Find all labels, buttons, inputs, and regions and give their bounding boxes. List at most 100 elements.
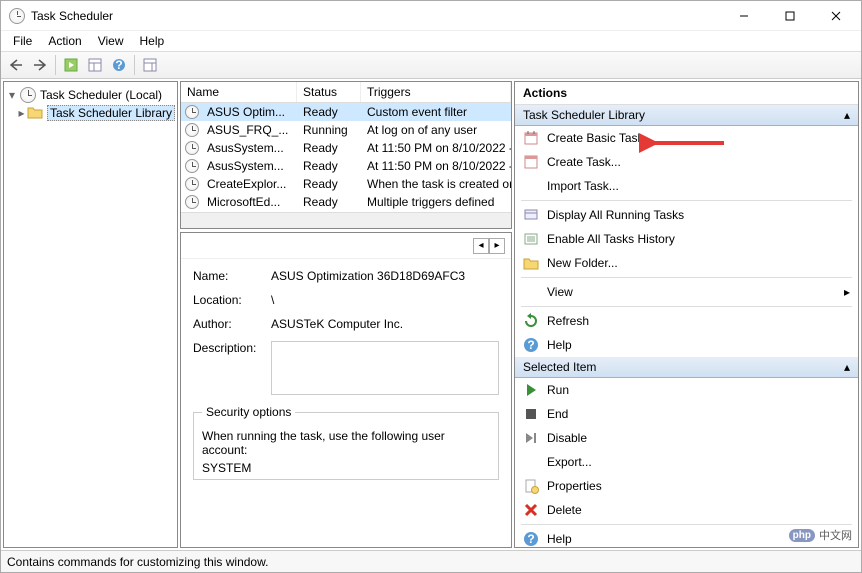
- tree-library[interactable]: ▸ Task Scheduler Library: [4, 104, 177, 122]
- task-icon: [523, 154, 539, 170]
- section-selected-header[interactable]: Selected Item ▴: [515, 357, 858, 378]
- svg-text:?: ?: [527, 338, 534, 352]
- tree-root-label: Task Scheduler (Local): [40, 88, 162, 102]
- table-row[interactable]: ASUS Optim... Ready Custom event filter: [181, 103, 511, 121]
- actions-list-library: Create Basic Task... Create Task... Impo…: [515, 126, 858, 357]
- action-create-task[interactable]: Create Task...: [515, 150, 858, 174]
- task-icon: [185, 123, 199, 137]
- action-refresh[interactable]: Refresh: [515, 309, 858, 333]
- column-triggers[interactable]: Triggers: [361, 82, 511, 102]
- action-import-task[interactable]: Import Task...: [515, 174, 858, 198]
- svg-text:?: ?: [115, 58, 122, 72]
- center-panel: Name Status Triggers ASUS Optim... Ready…: [180, 81, 512, 548]
- toolbar-panel-icon[interactable]: [139, 54, 161, 76]
- toolbar-details-icon[interactable]: [84, 54, 106, 76]
- table-row[interactable]: MicrosoftEd... Ready Multiple triggers d…: [181, 193, 511, 211]
- menu-action[interactable]: Action: [40, 32, 89, 50]
- detail-name-value: ASUS Optimization 36D18D69AFC3: [271, 269, 499, 283]
- security-account: SYSTEM: [202, 461, 490, 475]
- task-list-header: Name Status Triggers: [181, 82, 511, 103]
- action-disable[interactable]: Disable: [515, 426, 858, 450]
- task-icon: [185, 105, 199, 119]
- details-body: Name: ASUS Optimization 36D18D69AFC3 Loc…: [181, 259, 511, 547]
- help-icon: ?: [523, 531, 539, 547]
- menu-view[interactable]: View: [90, 32, 132, 50]
- toolbar-help-icon[interactable]: ?: [108, 54, 130, 76]
- action-label: Disable: [547, 431, 587, 445]
- tree-root[interactable]: ▾ Task Scheduler (Local): [4, 86, 177, 104]
- action-end[interactable]: End: [515, 402, 858, 426]
- action-new-folder[interactable]: New Folder...: [515, 251, 858, 275]
- action-view[interactable]: View▸: [515, 280, 858, 304]
- details-panel: ◂ ▸ Name: ASUS Optimization 36D18D69AFC3…: [180, 232, 512, 548]
- table-row[interactable]: CreateExplor... Ready When the task is c…: [181, 175, 511, 193]
- properties-icon: [523, 478, 539, 494]
- section-selected-label: Selected Item: [523, 360, 596, 374]
- forward-button[interactable]: [29, 54, 51, 76]
- action-label: Run: [547, 383, 569, 397]
- end-icon: [523, 406, 539, 422]
- action-export[interactable]: Export...: [515, 450, 858, 474]
- horizontal-scrollbar[interactable]: [181, 212, 511, 228]
- cell-triggers: When the task is created or n: [361, 176, 511, 192]
- menubar: File Action View Help: [1, 31, 861, 51]
- table-row[interactable]: ASUS_FRQ_... Running At log on of any us…: [181, 121, 511, 139]
- window-title: Task Scheduler: [31, 9, 721, 23]
- disable-icon: [523, 430, 539, 446]
- security-text: When running the task, use the following…: [202, 429, 490, 457]
- toolbar-separator: [134, 55, 135, 75]
- action-label: Help: [547, 532, 572, 546]
- section-library-header[interactable]: Task Scheduler Library ▴: [515, 105, 858, 126]
- menu-help[interactable]: Help: [132, 32, 173, 50]
- pager-next-button[interactable]: ▸: [489, 238, 505, 254]
- table-row[interactable]: AsusSystem... Ready At 11:50 PM on 8/10/…: [181, 139, 511, 157]
- detail-location-label: Location:: [193, 293, 271, 307]
- table-row[interactable]: AsusSystem... Ready At 11:50 PM on 8/10/…: [181, 157, 511, 175]
- column-name[interactable]: Name: [181, 82, 297, 102]
- cell-status: Ready: [297, 104, 361, 120]
- cell-triggers: Custom event filter: [361, 104, 511, 120]
- statusbar: Contains commands for customizing this w…: [1, 550, 861, 572]
- menu-file[interactable]: File: [5, 32, 40, 50]
- action-label: Help: [547, 338, 572, 352]
- detail-description-box[interactable]: [271, 341, 499, 395]
- history-icon: [523, 231, 539, 247]
- action-properties[interactable]: Properties: [515, 474, 858, 498]
- task-icon: [185, 177, 199, 191]
- task-list: Name Status Triggers ASUS Optim... Ready…: [180, 81, 512, 229]
- task-icon: [185, 159, 199, 173]
- scheduler-icon: [20, 87, 36, 103]
- separator: [521, 306, 852, 307]
- cell-status: Ready: [297, 140, 361, 156]
- action-label: Create Basic Task...: [547, 131, 654, 145]
- action-display-all-running-tasks[interactable]: Display All Running Tasks: [515, 203, 858, 227]
- action-delete[interactable]: Delete: [515, 498, 858, 522]
- action-create-basic-task[interactable]: Create Basic Task...: [515, 126, 858, 150]
- task-icon: [185, 141, 199, 155]
- action-label: Create Task...: [547, 155, 621, 169]
- action-help[interactable]: ? Help: [515, 333, 858, 357]
- collapse-icon[interactable]: ▾: [6, 88, 18, 102]
- action-help[interactable]: ? Help: [515, 527, 858, 551]
- pager-prev-button[interactable]: ◂: [473, 238, 489, 254]
- column-status[interactable]: Status: [297, 82, 361, 102]
- actions-header: Actions: [515, 82, 858, 105]
- delete-icon: [523, 502, 539, 518]
- cell-triggers: At log on of any user: [361, 122, 511, 138]
- security-options-group: Security options When running the task, …: [193, 405, 499, 480]
- cell-triggers: Multiple triggers defined: [361, 194, 511, 210]
- close-button[interactable]: [813, 1, 859, 31]
- cell-name: AsusSystem...: [201, 158, 297, 174]
- cell-name: ASUS_FRQ_...: [201, 122, 297, 138]
- back-button[interactable]: [5, 54, 27, 76]
- maximize-button[interactable]: [767, 1, 813, 31]
- tree-library-label: Task Scheduler Library: [47, 105, 175, 121]
- minimize-button[interactable]: [721, 1, 767, 31]
- expand-icon[interactable]: ▸: [18, 106, 25, 120]
- toolbar-run-icon[interactable]: [60, 54, 82, 76]
- blank-icon: [523, 178, 539, 194]
- svg-text:?: ?: [527, 532, 534, 546]
- action-enable-all-tasks-history[interactable]: Enable All Tasks History: [515, 227, 858, 251]
- action-run[interactable]: Run: [515, 378, 858, 402]
- folder-icon: [27, 105, 43, 121]
